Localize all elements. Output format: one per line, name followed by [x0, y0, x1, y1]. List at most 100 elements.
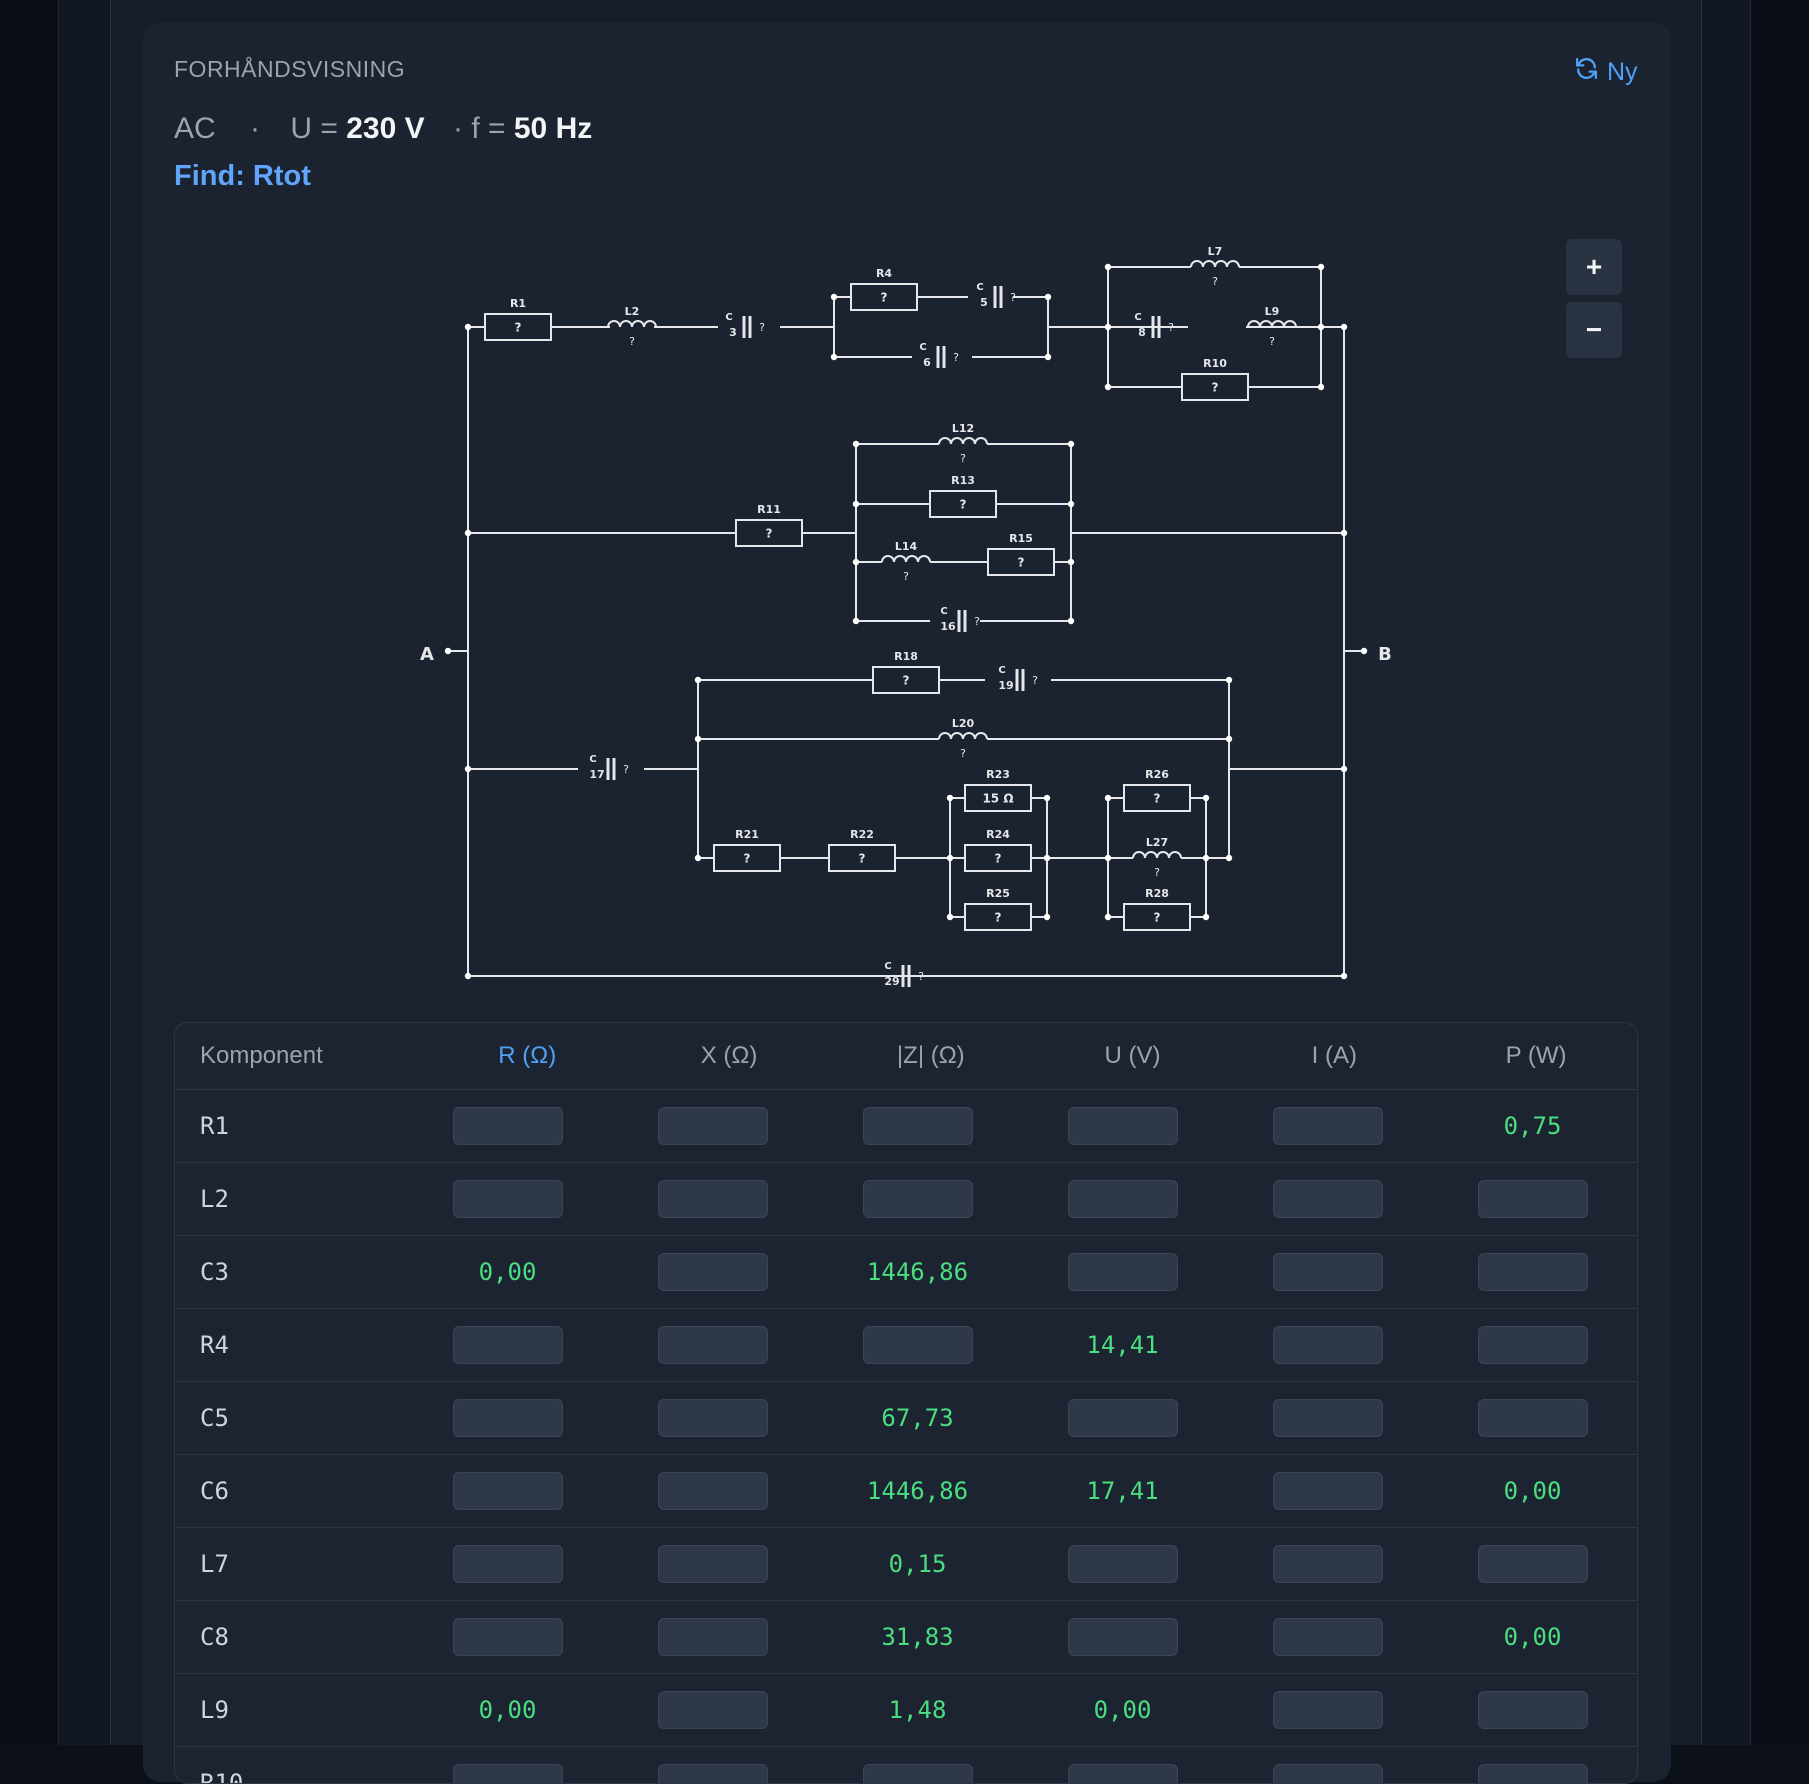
inductor-l12[interactable]: L12?	[938, 422, 988, 465]
answer-input[interactable]	[1067, 1399, 1178, 1437]
header-power[interactable]: P (W)	[1435, 1042, 1637, 1070]
header-reactance[interactable]: X (Ω)	[628, 1042, 830, 1070]
answer-input[interactable]	[452, 1107, 563, 1145]
answer-input[interactable]	[452, 1326, 563, 1364]
answer-input[interactable]	[452, 1618, 563, 1656]
resistor-r21[interactable]: R21?	[713, 828, 781, 872]
answer-input[interactable]	[1477, 1545, 1588, 1583]
capacitor-c8[interactable]: C 8?	[1134, 312, 1174, 339]
junction-dot	[946, 854, 954, 862]
answer-input[interactable]	[452, 1764, 563, 1783]
answer-input[interactable]	[452, 1472, 563, 1510]
component-value: ?	[881, 291, 888, 305]
answer-input[interactable]	[1272, 1107, 1383, 1145]
resistor-r1[interactable]: R1?	[484, 297, 552, 341]
answer-input[interactable]	[1272, 1472, 1383, 1510]
resistor-r23[interactable]: R23 15 Ω	[964, 768, 1032, 812]
answer-input[interactable]	[452, 1399, 563, 1437]
resistor-r22[interactable]: R22?	[828, 828, 896, 872]
answer-input[interactable]	[452, 1180, 563, 1218]
answer-input[interactable]	[1477, 1764, 1588, 1783]
answer-input[interactable]	[1272, 1399, 1383, 1437]
answer-input[interactable]	[657, 1399, 768, 1437]
inductor-l27[interactable]: L27?	[1132, 836, 1182, 879]
answer-input[interactable]	[1272, 1764, 1383, 1783]
answer-input[interactable]	[1477, 1180, 1588, 1218]
answer-input[interactable]	[657, 1326, 768, 1364]
resistor-r13[interactable]: R13?	[929, 474, 997, 518]
capacitor-c19[interactable]: C 19?	[998, 665, 1038, 692]
answer-input[interactable]	[1477, 1326, 1588, 1364]
answer-input[interactable]	[657, 1618, 768, 1656]
component-label: C	[998, 665, 1005, 676]
answer-input[interactable]	[657, 1545, 768, 1583]
resistor-r25[interactable]: R25?	[964, 887, 1032, 931]
component-label: C	[884, 961, 891, 972]
header-resistance[interactable]: R (Ω)	[426, 1042, 628, 1070]
answer-input[interactable]	[862, 1764, 973, 1783]
answer-input[interactable]	[657, 1180, 768, 1218]
answer-input[interactable]	[1477, 1253, 1588, 1291]
capacitor-c5[interactable]: C 5?	[976, 282, 1016, 309]
inductor-l20[interactable]: L20?	[938, 717, 988, 760]
header-current[interactable]: I (A)	[1233, 1042, 1435, 1070]
answer-input[interactable]	[452, 1545, 563, 1583]
junction-dot	[852, 617, 860, 625]
table-cell	[815, 1764, 1020, 1783]
junction-dot	[1044, 293, 1052, 301]
inductor-l2[interactable]: L2?	[607, 305, 657, 348]
table-cell	[405, 1107, 610, 1145]
table-cell: 17,41	[1020, 1477, 1225, 1505]
resistor-r10[interactable]: R10?	[1181, 357, 1249, 401]
resistor-r4[interactable]: R4?	[850, 267, 918, 311]
answer-input[interactable]	[657, 1472, 768, 1510]
junction-dot	[1202, 854, 1210, 862]
capacitor-c29[interactable]: C 29?	[884, 961, 924, 988]
answer-input[interactable]	[1477, 1399, 1588, 1437]
answer-input[interactable]	[862, 1180, 973, 1218]
answer-input[interactable]	[1067, 1764, 1178, 1783]
resistor-r11[interactable]: R11?	[735, 503, 803, 547]
capacitor-c3[interactable]: C 3?	[725, 312, 765, 339]
answer-input[interactable]	[1067, 1618, 1178, 1656]
resistor-r18[interactable]: R18?	[872, 650, 940, 694]
answer-input[interactable]	[1067, 1107, 1178, 1145]
answer-input[interactable]	[657, 1107, 768, 1145]
answer-input[interactable]	[1272, 1545, 1383, 1583]
header-impedance[interactable]: |Z| (Ω)	[830, 1042, 1032, 1070]
junction-dot	[464, 323, 472, 331]
inductor-l14[interactable]: L14?	[881, 540, 931, 583]
answer-input[interactable]	[1272, 1618, 1383, 1656]
answer-input[interactable]	[1272, 1691, 1383, 1729]
answer-input[interactable]	[1477, 1691, 1588, 1729]
answer-input[interactable]	[1272, 1180, 1383, 1218]
answer-input[interactable]	[862, 1326, 973, 1364]
circuit-diagram: A BR1?L2?C3 ?R4?C5 ?C6 ?L7?C8 ?L9?R10?R11?L12…	[420, 245, 1392, 988]
component-number: 19	[998, 679, 1013, 692]
junction-dot	[1104, 854, 1112, 862]
capacitor-c16[interactable]: C 16?	[940, 606, 980, 633]
answer-input[interactable]	[1067, 1253, 1178, 1291]
inductor-l7[interactable]: L7?	[1190, 245, 1240, 288]
answer-input[interactable]	[1272, 1253, 1383, 1291]
answer-input[interactable]	[1067, 1545, 1178, 1583]
answer-input[interactable]	[1272, 1326, 1383, 1364]
resistor-r26[interactable]: R26?	[1123, 768, 1191, 812]
header-voltage[interactable]: U (V)	[1032, 1042, 1234, 1070]
table-row: C3 0,00 1446,86	[175, 1236, 1637, 1309]
answer-input[interactable]	[657, 1764, 768, 1783]
table-cell	[1225, 1180, 1430, 1218]
resistor-r24[interactable]: R24?	[964, 828, 1032, 872]
table-cell	[610, 1253, 815, 1291]
resistor-r15[interactable]: R15?	[987, 532, 1055, 576]
capacitor-c17[interactable]: C 17?	[589, 754, 629, 781]
table-cell	[405, 1326, 610, 1364]
answer-input[interactable]	[657, 1691, 768, 1729]
resistor-r28[interactable]: R28?	[1123, 887, 1191, 931]
answer-input[interactable]	[862, 1107, 973, 1145]
answer-input[interactable]	[1067, 1180, 1178, 1218]
answer-input[interactable]	[657, 1253, 768, 1291]
component-label: R1	[510, 297, 526, 310]
junction-dot	[694, 854, 702, 862]
capacitor-c6[interactable]: C 6?	[919, 342, 959, 369]
